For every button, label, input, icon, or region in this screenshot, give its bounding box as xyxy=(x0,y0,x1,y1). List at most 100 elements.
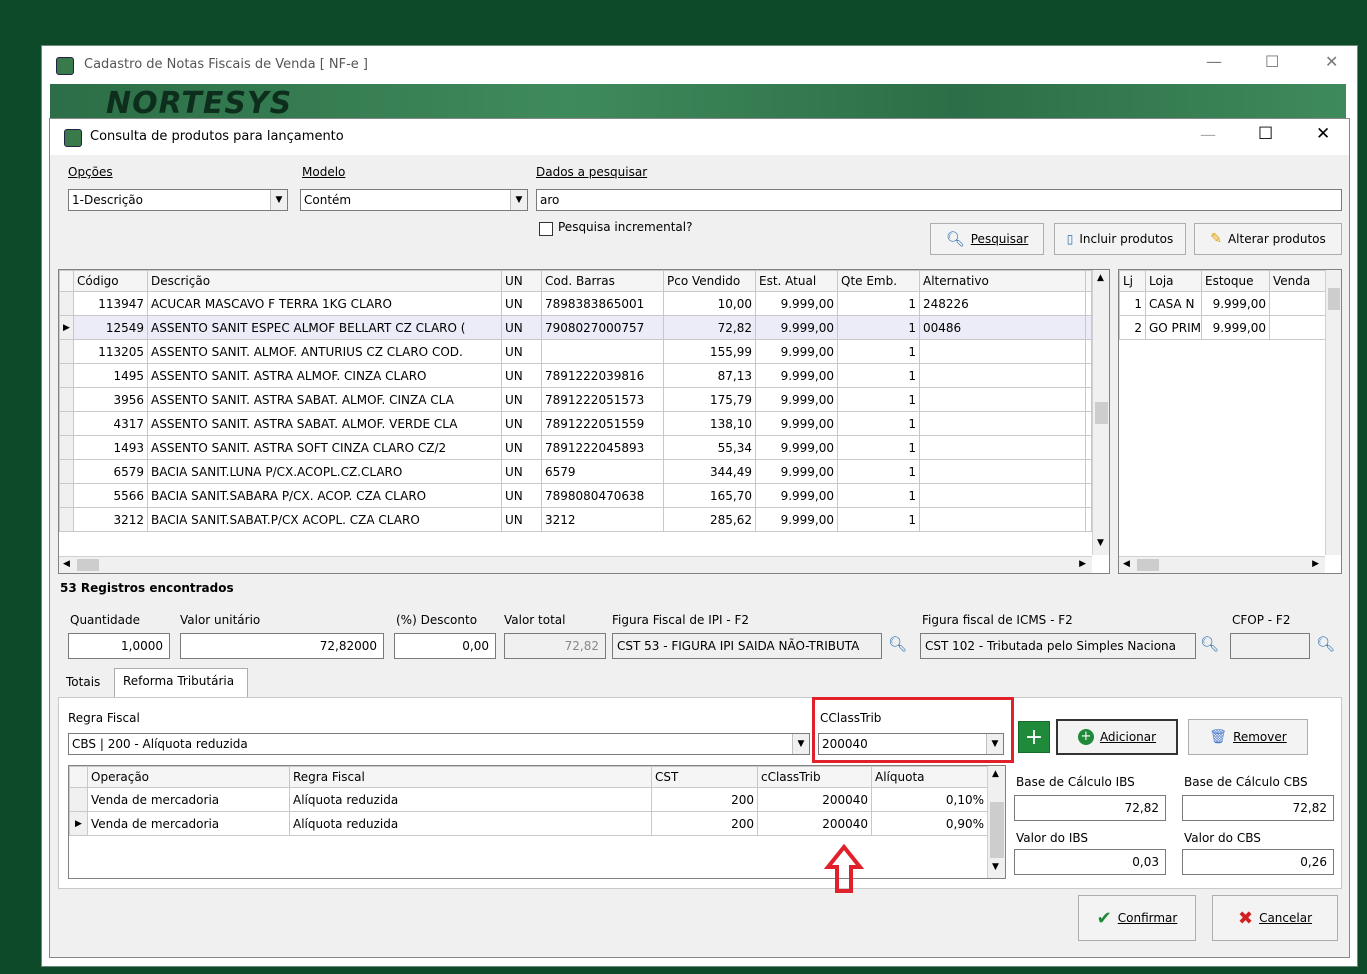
include-products-button[interactable]: ▯ Incluir produtos xyxy=(1054,223,1186,255)
search-input[interactable]: aro xyxy=(536,189,1342,211)
table-cell: ACUCAR MASCAVO F TERRA 1KG CLARO xyxy=(147,291,502,316)
column-header[interactable]: Regra Fiscal xyxy=(289,766,652,788)
column-header[interactable]: Alíquota xyxy=(871,766,988,788)
table-cell-extra xyxy=(1085,363,1092,388)
scroll-right-icon[interactable]: ▶ xyxy=(1079,559,1086,569)
table-row[interactable]: 3956 ASSENTO SANIT. ASTRA SABAT. ALMOF. C… xyxy=(59,387,1092,412)
hscroll-thumb[interactable] xyxy=(77,559,99,571)
dialog-close-icon[interactable]: ✕ xyxy=(1316,124,1330,144)
table-cell: 2 xyxy=(1119,315,1146,340)
dialog-minimize-icon[interactable]: — xyxy=(1200,125,1216,144)
base-ibs-label: Base de Cálculo IBS xyxy=(1016,775,1135,789)
scroll-thumb[interactable] xyxy=(990,802,1004,858)
remove-button[interactable]: 🗑︎ Remover xyxy=(1188,719,1308,755)
table-cell: 9.999,00 xyxy=(755,507,838,532)
column-header[interactable]: Qte Emb. xyxy=(837,270,920,292)
column-header[interactable]: Estoque xyxy=(1201,270,1270,292)
ipi-search-icon[interactable]: 🔍︎ xyxy=(888,635,907,653)
scroll-right-icon[interactable]: ▶ xyxy=(1312,559,1319,569)
column-header[interactable]: Est. Atual xyxy=(755,270,838,292)
scroll-left-icon[interactable]: ◀ xyxy=(1123,559,1130,569)
table-cell: UN xyxy=(501,507,542,532)
column-header[interactable]: Alternativo xyxy=(919,270,1086,292)
column-header[interactable]: Lj xyxy=(1119,270,1146,292)
dialog-maximize-icon[interactable]: ☐ xyxy=(1258,124,1273,144)
rule-select[interactable]: CBS | 200 - Alíquota reduzida ▼ xyxy=(68,733,810,755)
chevron-down-icon[interactable]: ▼ xyxy=(510,190,527,210)
icms-search-icon[interactable]: 🔍︎ xyxy=(1200,635,1219,653)
stock-vertical-scrollbar[interactable] xyxy=(1325,270,1341,555)
products-horizontal-scrollbar[interactable]: ◀ ▶ xyxy=(59,556,1092,573)
reform-vertical-scrollbar[interactable]: ▲ ▼ xyxy=(987,766,1005,878)
plus-icon[interactable]: + xyxy=(1018,721,1050,753)
column-header[interactable]: Loja xyxy=(1145,270,1202,292)
column-header[interactable]: UN xyxy=(501,270,542,292)
chevron-down-icon[interactable]: ▼ xyxy=(792,734,809,754)
table-row[interactable]: 113205 ASSENTO SANIT. ALMOF. ANTURIUS CZ … xyxy=(59,339,1092,364)
reform-grid[interactable]: Operação Regra Fiscal CST cClassTrib Alíquot… xyxy=(68,765,1006,879)
tab-totais[interactable]: Totais xyxy=(66,675,100,689)
column-header[interactable]: Descrição xyxy=(147,270,502,292)
column-header[interactable]: Pco Vendido xyxy=(663,270,756,292)
alter-products-button[interactable]: ✎ Alterar produtos xyxy=(1194,223,1342,255)
add-circle-icon: + xyxy=(1077,729,1094,745)
options-select[interactable]: 1-Descrição ▼ xyxy=(68,189,288,211)
table-row[interactable]: 3212 BACIA SANIT.SABAT.P/CX ACOPL. CZA CL… xyxy=(59,507,1092,532)
table-row[interactable]: 1495 ASSENTO SANIT. ASTRA ALMOF. CINZA CL… xyxy=(59,363,1092,388)
unit-value-field[interactable]: 72,82000 xyxy=(180,633,384,659)
search-button[interactable]: 🔍︎ Pesquisar xyxy=(930,223,1044,255)
column-header[interactable]: CST xyxy=(651,766,758,788)
qty-field[interactable]: 1,0000 xyxy=(68,633,170,659)
table-cell: 1493 xyxy=(73,435,148,460)
table-row[interactable]: ▶ Venda de mercadoria Alíquota reduzida 200… xyxy=(69,811,988,836)
scroll-up-icon[interactable]: ▲ xyxy=(1097,273,1104,283)
close-icon[interactable]: ✕ xyxy=(1325,52,1338,71)
add-button[interactable]: + Adicionar xyxy=(1056,719,1178,755)
confirm-button[interactable]: ✔ Confirmar xyxy=(1078,895,1196,941)
products-vertical-scrollbar[interactable]: ▲ ▼ xyxy=(1092,270,1109,555)
table-row[interactable]: 6579 BACIA SANIT.LUNA P/CX.ACOPL.CZ.CLARO… xyxy=(59,459,1092,484)
column-header[interactable]: Operação xyxy=(87,766,290,788)
stock-horizontal-scrollbar[interactable]: ◀ ▶ xyxy=(1119,556,1325,573)
table-row[interactable]: ▶ 12549 ASSENTO SANIT ESPEC ALMOF BELLART … xyxy=(59,315,1092,340)
cancel-button[interactable]: ✖ Cancelar xyxy=(1212,895,1338,941)
scroll-left-icon[interactable]: ◀ xyxy=(63,559,70,569)
chevron-down-icon[interactable]: ▼ xyxy=(270,190,287,210)
scroll-up-icon[interactable]: ▲ xyxy=(992,769,999,779)
stock-grid[interactable]: Lj Loja Estoque Venda 1 CASA N 9.999,00 2 GO PR… xyxy=(1118,269,1342,574)
stock-scroll-thumb[interactable] xyxy=(1328,288,1340,310)
table-cell: 9.999,00 xyxy=(755,339,838,364)
column-header[interactable]: Código xyxy=(73,270,148,292)
model-select[interactable]: Contém ▼ xyxy=(300,189,528,211)
column-header[interactable]: cClassTrib xyxy=(757,766,872,788)
products-grid[interactable]: Código Descrição UN Cod. Barras Pco Vendido E… xyxy=(58,269,1110,574)
table-cell: 113947 xyxy=(73,291,148,316)
scroll-down-icon[interactable]: ▼ xyxy=(992,862,999,872)
cfop-search-icon[interactable]: 🔍︎ xyxy=(1316,635,1335,653)
tab-reforma-tributaria[interactable]: Reforma Tributária xyxy=(114,668,248,698)
scroll-down-icon[interactable]: ▼ xyxy=(1097,538,1104,548)
column-header[interactable]: Cod. Barras xyxy=(541,270,664,292)
table-cell: 1 xyxy=(1119,291,1146,316)
table-cell: BACIA SANIT.SABARA P/CX. ACOP. CZA CLARO xyxy=(147,483,502,508)
table-row[interactable]: 113947 ACUCAR MASCAVO F TERRA 1KG CLARO UN… xyxy=(59,291,1092,316)
icms-field[interactable]: CST 102 - Tributada pelo Simples Naciona xyxy=(920,633,1196,659)
minimize-icon[interactable]: — xyxy=(1206,52,1222,71)
ipi-field[interactable]: CST 53 - FIGURA IPI SAIDA NÃO-TRIBUTA xyxy=(612,633,882,659)
row-indicator-header xyxy=(69,766,88,788)
table-row[interactable]: 1 CASA N 9.999,00 xyxy=(1119,291,1326,316)
table-row[interactable]: Venda de mercadoria Alíquota reduzida 200 2… xyxy=(69,787,988,812)
cfop-field[interactable] xyxy=(1230,633,1310,659)
table-row[interactable]: 4317 ASSENTO SANIT. ASTRA SABAT. ALMOF. V… xyxy=(59,411,1092,436)
table-row[interactable]: 5566 BACIA SANIT.SABARA P/CX. ACOP. CZA C… xyxy=(59,483,1092,508)
table-cell: Venda de mercadoria xyxy=(87,787,290,812)
table-cell: 7908027000757 xyxy=(541,315,664,340)
discount-field[interactable]: 0,00 xyxy=(394,633,496,659)
scroll-thumb[interactable] xyxy=(1095,402,1108,424)
incremental-checkbox[interactable] xyxy=(539,222,553,236)
table-row[interactable]: 1493 ASSENTO SANIT. ASTRA SOFT CINZA CLAR… xyxy=(59,435,1092,460)
column-header[interactable]: Venda xyxy=(1269,270,1326,292)
maximize-icon[interactable]: ☐ xyxy=(1265,52,1279,71)
hscroll-thumb[interactable] xyxy=(1137,559,1159,571)
table-row[interactable]: 2 GO PRIM 9.999,00 xyxy=(1119,315,1326,340)
